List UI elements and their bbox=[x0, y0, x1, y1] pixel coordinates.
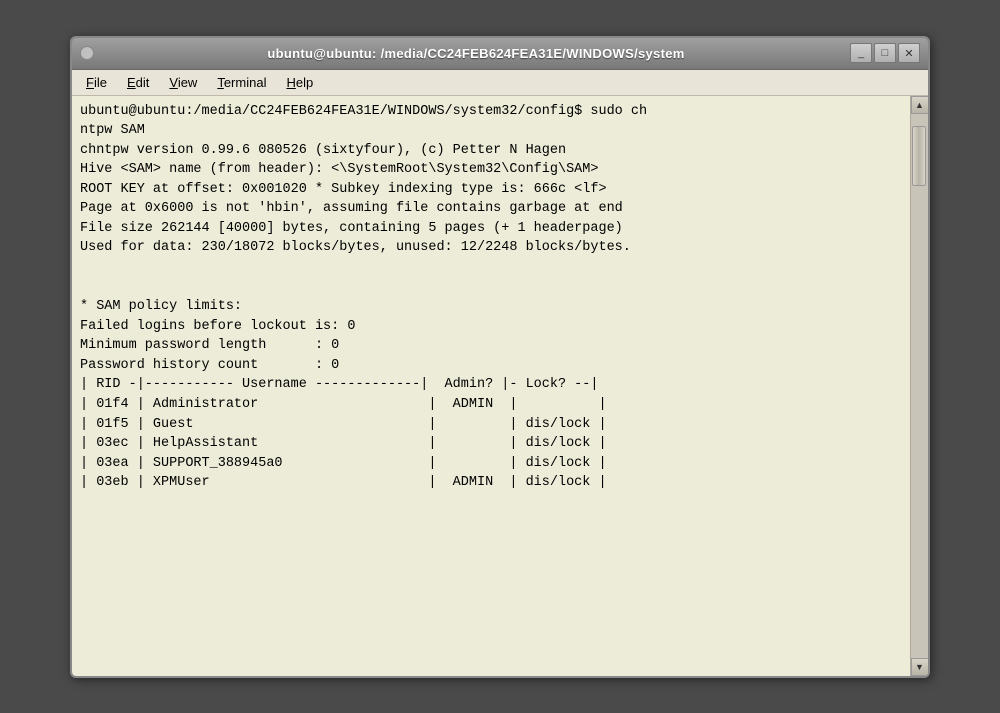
window-title: ubuntu@ubuntu: /media/CC24FEB624FEA31E/W… bbox=[102, 46, 850, 61]
menu-edit[interactable]: Edit bbox=[117, 72, 159, 93]
menu-view[interactable]: View bbox=[159, 72, 207, 93]
close-button[interactable]: ✕ bbox=[898, 43, 920, 63]
scroll-down-button[interactable]: ▼ bbox=[911, 658, 929, 676]
scroll-track[interactable] bbox=[911, 114, 928, 658]
window-controls: _ □ ✕ bbox=[850, 43, 920, 63]
terminal-output[interactable]: ubuntu@ubuntu:/media/CC24FEB624FEA31E/WI… bbox=[72, 96, 910, 676]
menu-bar: File Edit View Terminal Help bbox=[72, 70, 928, 96]
minimize-button[interactable]: _ bbox=[850, 43, 872, 63]
scroll-thumb[interactable] bbox=[912, 126, 926, 186]
scroll-up-button[interactable]: ▲ bbox=[911, 96, 929, 114]
terminal-body: ubuntu@ubuntu:/media/CC24FEB624FEA31E/WI… bbox=[72, 96, 928, 676]
maximize-button[interactable]: □ bbox=[874, 43, 896, 63]
terminal-window: ubuntu@ubuntu: /media/CC24FEB624FEA31E/W… bbox=[70, 36, 930, 678]
menu-file[interactable]: File bbox=[76, 72, 117, 93]
scrollbar: ▲ ▼ bbox=[910, 96, 928, 676]
menu-terminal[interactable]: Terminal bbox=[207, 72, 276, 93]
title-bar: ubuntu@ubuntu: /media/CC24FEB624FEA31E/W… bbox=[72, 38, 928, 70]
window-icon bbox=[80, 46, 94, 60]
menu-help[interactable]: Help bbox=[276, 72, 323, 93]
